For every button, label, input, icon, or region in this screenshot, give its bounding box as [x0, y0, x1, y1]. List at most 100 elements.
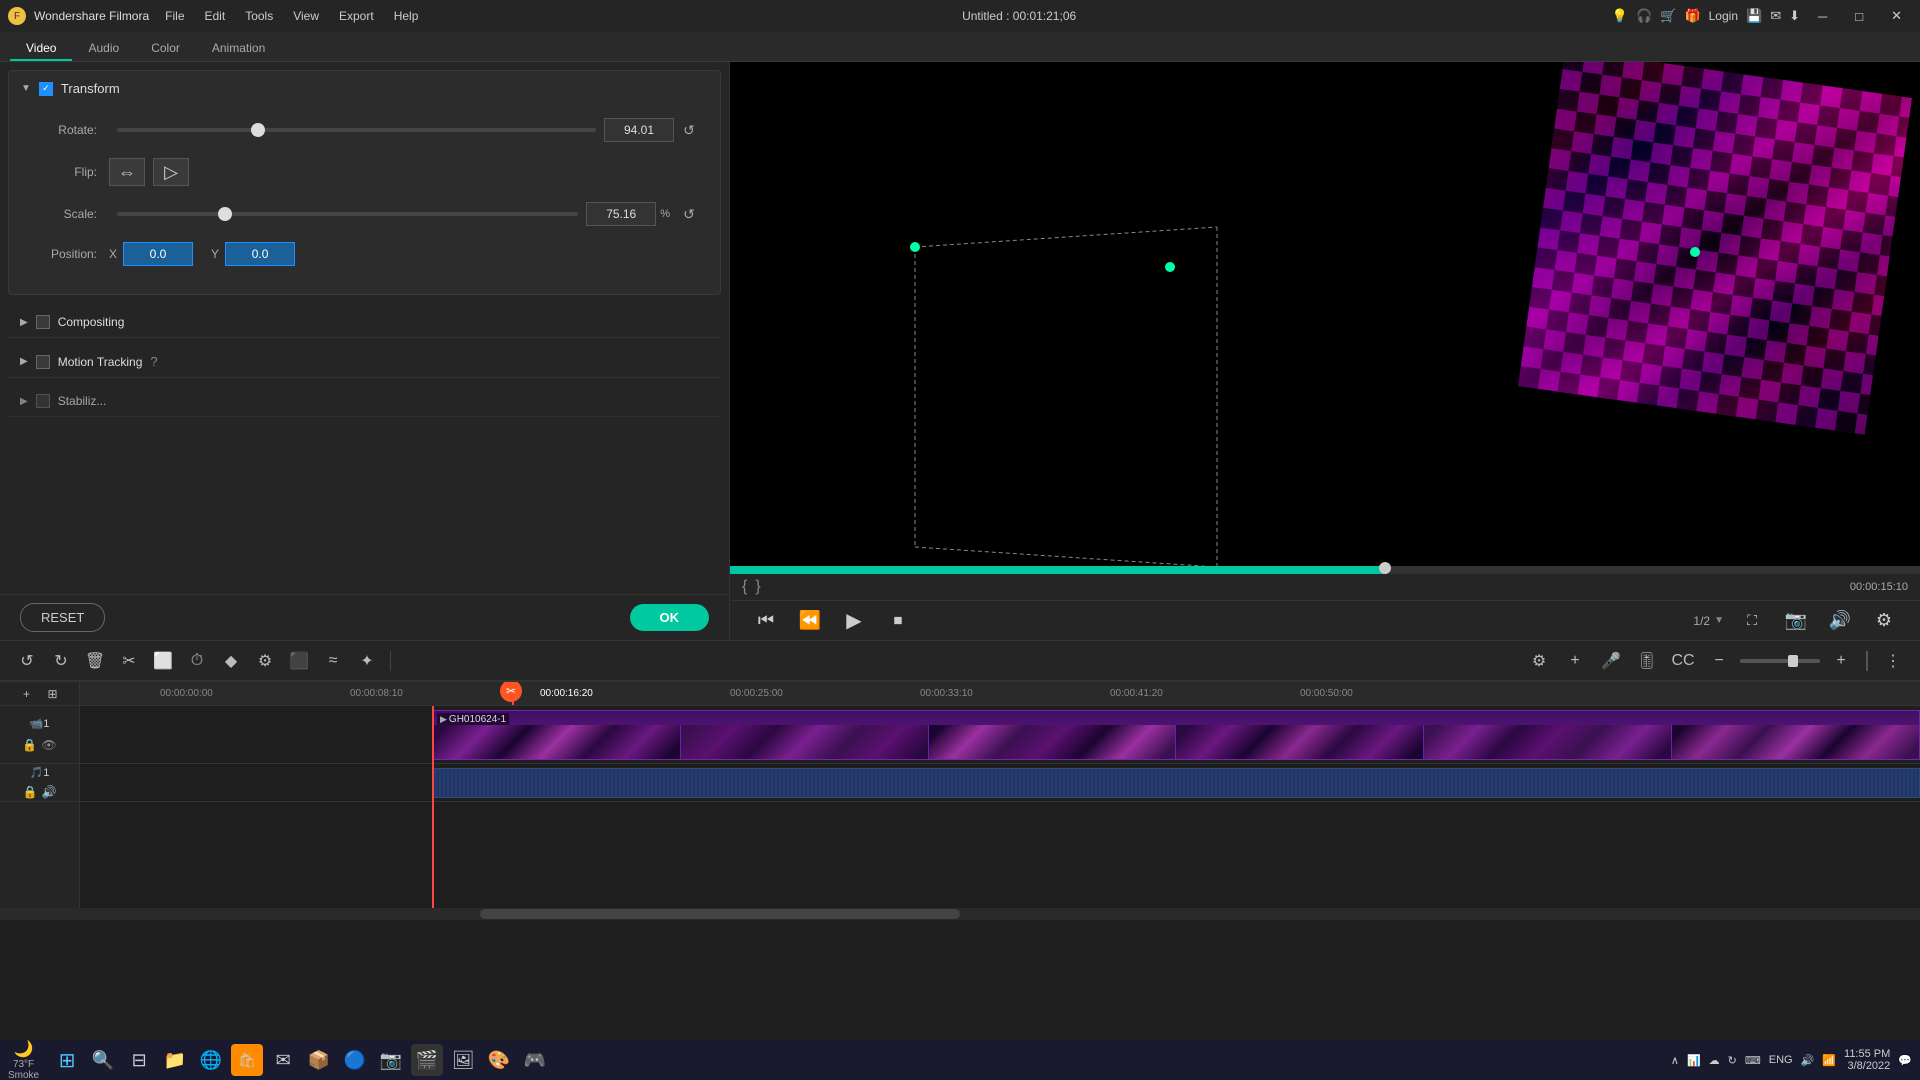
track-settings[interactable]: ⚙	[1524, 647, 1554, 675]
clock[interactable]: 11:55 PM 3/8/2022	[1844, 1048, 1890, 1072]
menu-tools[interactable]: Tools	[237, 7, 281, 25]
transform-checkbox[interactable]: ✓	[39, 82, 53, 96]
stabilization-checkbox[interactable]	[36, 394, 50, 408]
play-button[interactable]: ▶	[838, 605, 870, 637]
show-hidden-icons[interactable]: ∧	[1671, 1054, 1679, 1067]
mark-out-button[interactable]: }	[755, 578, 760, 596]
flip-vertical-button[interactable]: ▷	[153, 158, 189, 186]
compositing-checkbox[interactable]	[36, 315, 50, 329]
close-button[interactable]: ✕	[1881, 6, 1912, 26]
skip-back-button[interactable]: ⏮	[750, 605, 782, 637]
scroll-thumb[interactable]	[480, 909, 960, 919]
rotate-slider[interactable]	[117, 128, 596, 132]
cc-button[interactable]: CC	[1668, 647, 1698, 675]
video-lock-icon[interactable]: 🔒	[22, 738, 37, 752]
audio-volume-icon[interactable]: 🔊	[42, 785, 57, 799]
task-view[interactable]: ⊟	[123, 1044, 155, 1076]
audio-track[interactable]	[80, 764, 1920, 802]
taskbar-cloud[interactable]: ☁	[1709, 1054, 1720, 1067]
ai-button[interactable]: ✦	[352, 647, 382, 675]
more-button[interactable]: ⋮	[1878, 647, 1908, 675]
tab-color[interactable]: Color	[135, 37, 196, 61]
zoom-in-button[interactable]: +	[1826, 647, 1856, 675]
taskbar-paint[interactable]: 🎨	[483, 1044, 515, 1076]
taskbar-filmora[interactable]: 🎬	[411, 1044, 443, 1076]
progress-bar[interactable]	[730, 566, 1920, 574]
reset-button[interactable]: RESET	[20, 603, 105, 632]
motion-tracking-arrow[interactable]: ▶	[20, 356, 28, 367]
taskbar-sync[interactable]: ↻	[1728, 1054, 1737, 1067]
ok-button[interactable]: OK	[630, 604, 710, 631]
zoom-slider[interactable]	[1740, 659, 1820, 663]
network-icon[interactable]: 📶	[1822, 1054, 1836, 1067]
scale-reset[interactable]: ↺	[678, 203, 700, 225]
taskbar-photos[interactable]: 🖼	[447, 1044, 479, 1076]
scale-slider[interactable]	[117, 212, 578, 216]
cart-icon[interactable]: 🛒	[1660, 8, 1676, 24]
rotate-reset[interactable]: ↺	[678, 119, 700, 141]
audio-clip[interactable]	[432, 768, 1920, 798]
add-media-button[interactable]: +	[16, 683, 38, 705]
delete-button[interactable]: 🗑	[80, 647, 110, 675]
mail-icon[interactable]: ✉	[1770, 8, 1781, 24]
snapshot-button[interactable]: 📷	[1780, 605, 1812, 637]
stabilization-arrow[interactable]: ▶	[20, 396, 28, 407]
rotate-value[interactable]: 94.01	[604, 118, 674, 142]
split-button[interactable]: ⚙	[250, 647, 280, 675]
motion-tracking-help[interactable]: ?	[150, 354, 157, 369]
settings-button[interactable]: ⚙	[1868, 605, 1900, 637]
volume-button[interactable]: 🔊	[1824, 605, 1856, 637]
gift-icon[interactable]: 🎁	[1684, 8, 1700, 24]
x-value-input[interactable]: 0.0	[123, 242, 193, 266]
tab-animation[interactable]: Animation	[196, 37, 281, 61]
step-back-button[interactable]: ⏪	[794, 605, 826, 637]
quality-dropdown-arrow[interactable]: ▼	[1714, 615, 1724, 626]
taskbar-keyboard[interactable]: ⌨	[1745, 1054, 1761, 1067]
motion-tracking-checkbox[interactable]	[36, 355, 50, 369]
taskbar-mail[interactable]: ✉	[267, 1044, 299, 1076]
y-value-input[interactable]: 0.0	[225, 242, 295, 266]
minimize-button[interactable]: ─	[1808, 7, 1837, 26]
scale-value[interactable]: 75.16	[586, 202, 656, 226]
headset-icon[interactable]: 🎧	[1636, 8, 1652, 24]
video-track[interactable]: ▶ GH010624-1	[80, 706, 1920, 764]
audio-lock-icon[interactable]: 🔒	[23, 785, 38, 799]
flip-horizontal-button[interactable]: ⇔	[109, 158, 145, 186]
bulb-icon[interactable]: 💡	[1612, 8, 1628, 24]
stabilize-button[interactable]: ≈	[318, 647, 348, 675]
video-clip[interactable]: ▶ GH010624-1	[432, 710, 1920, 760]
lang-indicator[interactable]: ENG	[1769, 1054, 1793, 1066]
taskbar-camera[interactable]: 📷	[375, 1044, 407, 1076]
rotate-thumb[interactable]	[251, 123, 265, 137]
stop-button[interactable]: ⏹	[882, 605, 914, 637]
menu-help[interactable]: Help	[386, 7, 427, 25]
fullscreen-button[interactable]: ⛶	[1736, 605, 1768, 637]
mix-button[interactable]: 🎚	[1632, 647, 1662, 675]
transform-header[interactable]: ▼ ✓ Transform	[9, 71, 720, 106]
download-icon[interactable]: ⬇	[1789, 8, 1800, 24]
menu-export[interactable]: Export	[331, 7, 382, 25]
login-button[interactable]: Login	[1709, 9, 1738, 23]
handle-tl[interactable]	[1690, 247, 1700, 257]
taskbar-chrome[interactable]: 🔵	[339, 1044, 371, 1076]
taskbar-explorer[interactable]: 📁	[159, 1044, 191, 1076]
menu-view[interactable]: View	[285, 7, 327, 25]
start-button[interactable]: ⊞	[51, 1044, 83, 1076]
video-eye-icon[interactable]: 👁	[41, 738, 56, 752]
taskbar-bars[interactable]: 📊	[1687, 1054, 1701, 1067]
tab-audio[interactable]: Audio	[72, 37, 135, 61]
redo-button[interactable]: ↻	[46, 647, 76, 675]
quality-selector[interactable]: 1/2 ▼	[1693, 614, 1724, 628]
speed-button[interactable]: ⏱	[182, 647, 212, 675]
volume-icon[interactable]: 🔊	[1801, 1054, 1815, 1067]
transform-tool[interactable]: ⬛	[284, 647, 314, 675]
search-taskbar[interactable]: 🔍	[87, 1044, 119, 1076]
menu-file[interactable]: File	[157, 7, 192, 25]
mark-in-button[interactable]: {	[742, 578, 747, 596]
voice-button[interactable]: 🎤	[1596, 647, 1626, 675]
maximize-button[interactable]: □	[1845, 7, 1873, 26]
keyframe-button[interactable]: ◆	[216, 647, 246, 675]
taskbar-store[interactable]: 🛍	[231, 1044, 263, 1076]
undo-button[interactable]: ↺	[12, 647, 42, 675]
progress-thumb[interactable]	[1379, 562, 1391, 574]
